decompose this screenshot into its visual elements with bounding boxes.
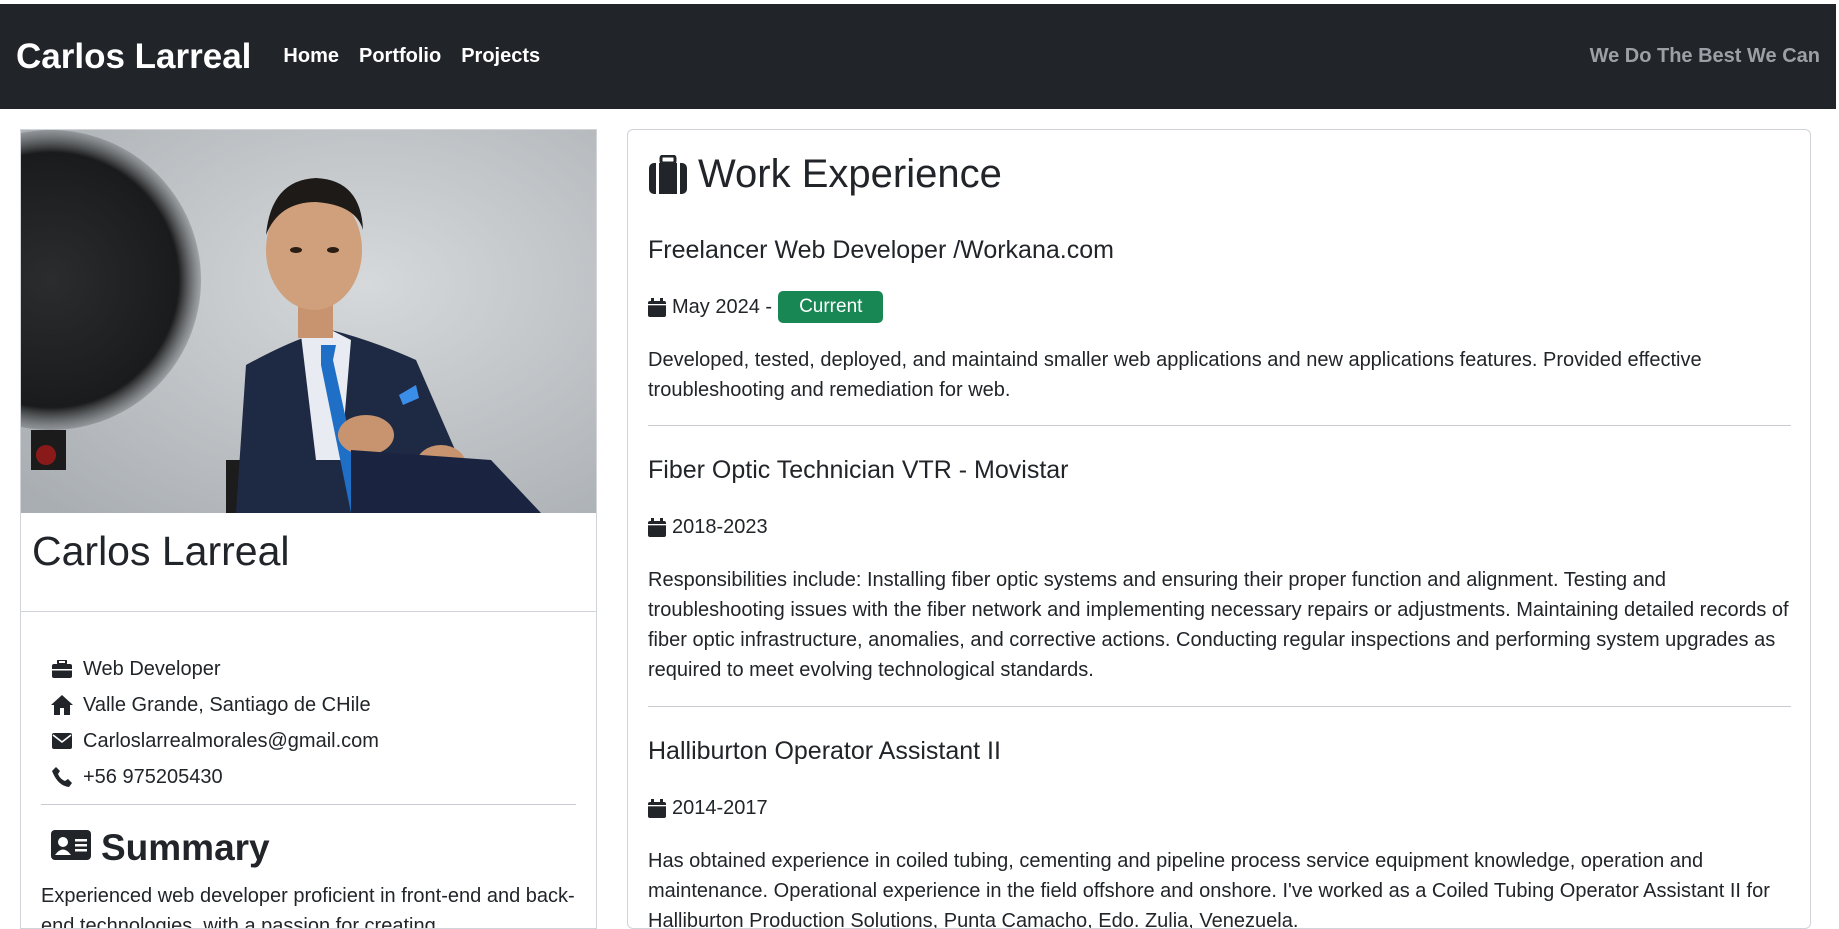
briefcase-icon — [51, 659, 73, 679]
job-description: Responsibilities include: Installing fib… — [648, 569, 1789, 681]
job-date-row: 2018-2023 — [648, 511, 1791, 543]
info-item-address: Valle Grande, Santiago de CHile — [51, 687, 379, 723]
profile-name: Carlos Larreal — [32, 528, 290, 574]
nav-link-home[interactable]: Home — [283, 45, 339, 68]
id-card-icon — [51, 827, 91, 869]
job-title: Freelancer Web Developer /Workana.com — [648, 236, 1114, 264]
phone-icon — [51, 767, 73, 787]
info-phone-text[interactable]: +56 975205430 — [83, 766, 223, 789]
job-description: Developed, tested, deployed, and maintai… — [648, 349, 1702, 401]
job-title: Halliburton Operator Assistant II — [648, 737, 1001, 765]
divider — [648, 425, 1791, 426]
job-date: 2018-2023 — [672, 515, 768, 538]
job-entry: Halliburton Operator Assistant II 2014-2… — [648, 737, 1791, 929]
suitcase-icon — [648, 154, 688, 195]
divider — [21, 611, 596, 612]
job-date: 2014-2017 — [672, 796, 768, 819]
divider — [648, 706, 1791, 707]
info-item-job: Web Developer — [51, 651, 379, 687]
calendar-icon — [648, 517, 666, 537]
navbar-tagline: We Do The Best We Can — [1589, 45, 1820, 67]
job-entry: Freelancer Web Developer /Workana.com Ma… — [648, 236, 1791, 405]
summary-title: Summary — [101, 827, 270, 868]
summary-heading: Summary — [51, 827, 270, 869]
work-experience-heading: Work Experience — [648, 152, 1002, 197]
brand-link[interactable]: Carlos Larreal — [16, 37, 251, 77]
envelope-icon — [51, 731, 73, 751]
calendar-icon — [648, 798, 666, 818]
divider — [41, 804, 576, 805]
job-date-row: 2014-2017 — [648, 792, 1791, 824]
info-item-email: Carloslarrealmorales@gmail.com — [51, 723, 379, 759]
nav-link-portfolio[interactable]: Portfolio — [359, 45, 441, 68]
job-date: May 2024 - — [672, 295, 773, 318]
contact-info-list: Web Developer Valle Grande, Santiago de … — [51, 651, 379, 795]
info-job-text: Web Developer — [83, 657, 221, 680]
profile-card: Carlos Larreal Web Developer Valle Grand… — [20, 129, 597, 929]
nav-link-projects[interactable]: Projects — [461, 45, 540, 68]
calendar-icon — [648, 297, 666, 317]
summary-text: Experienced web developer proficient in … — [41, 885, 575, 929]
job-description: Has obtained experience in coiled tubing… — [648, 850, 1770, 929]
top-navbar: Carlos Larreal Home Portfolio Projects W… — [0, 4, 1836, 109]
info-address-text: Valle Grande, Santiago de CHile — [83, 693, 371, 716]
info-item-phone: +56 975205430 — [51, 759, 379, 795]
work-experience-title: Work Experience — [698, 152, 1002, 196]
work-experience-card: Work Experience Freelancer Web Developer… — [627, 129, 1811, 929]
current-badge: Current — [778, 291, 884, 323]
job-date-row: May 2024 - Current — [648, 291, 1791, 323]
info-email-text[interactable]: Carloslarrealmorales@gmail.com — [83, 730, 379, 753]
job-title: Fiber Optic Technician VTR - Movistar — [648, 456, 1069, 484]
profile-photo — [21, 130, 596, 513]
job-entry: Fiber Optic Technician VTR - Movistar 20… — [648, 456, 1791, 685]
home-icon — [51, 695, 73, 715]
